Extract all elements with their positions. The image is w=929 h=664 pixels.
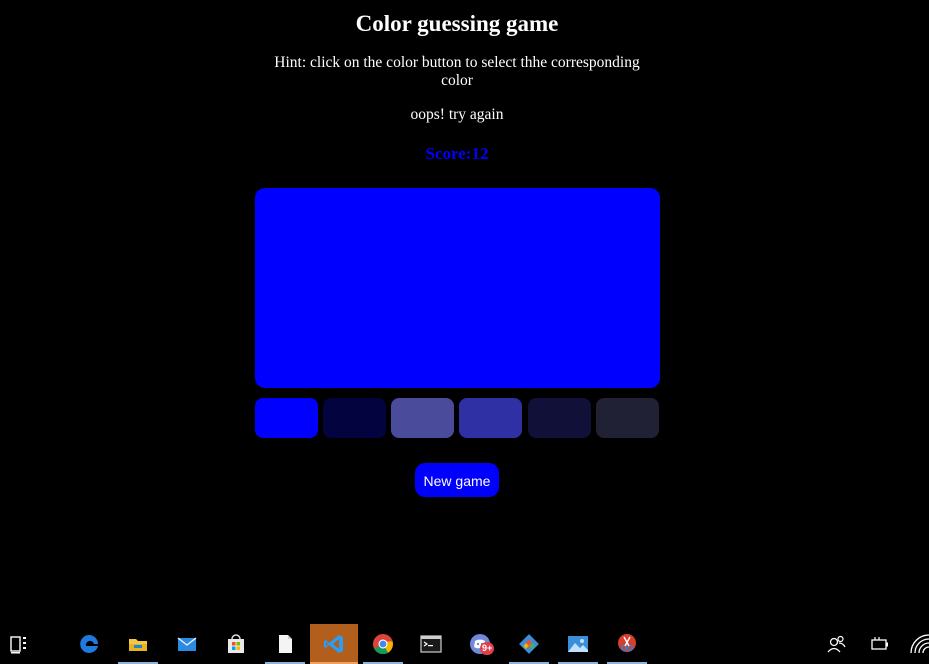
color-options — [255, 398, 660, 438]
color-option-4[interactable] — [459, 398, 522, 438]
chrome-icon — [373, 634, 393, 655]
notification-badge: 9+ — [480, 642, 495, 655]
taskbar-mail[interactable] — [167, 624, 207, 664]
taskbar-snipping-tool[interactable] — [607, 624, 647, 664]
taskbar-terminal[interactable] — [411, 624, 451, 664]
target-color-display — [255, 188, 660, 388]
taskbar-vscode[interactable] — [310, 624, 358, 664]
git-icon — [519, 634, 539, 654]
taskbar-photos[interactable] — [558, 624, 598, 664]
store-icon — [228, 634, 244, 653]
taskbar-people[interactable] — [816, 624, 856, 664]
terminal-icon — [420, 635, 442, 653]
snipping-tool-icon — [618, 634, 636, 652]
wifi-icon — [910, 634, 929, 654]
score-display: Score:12 — [425, 144, 489, 163]
taskbar-file-explorer[interactable] — [118, 624, 158, 664]
color-option-6[interactable] — [596, 398, 659, 438]
hint-text: Hint: click on the color button to selec… — [274, 54, 640, 89]
color-option-1[interactable] — [255, 398, 318, 438]
vscode-icon — [324, 635, 343, 653]
color-option-2[interactable] — [323, 398, 386, 438]
photos-icon — [568, 636, 588, 652]
taskbar-edge[interactable] — [69, 624, 109, 664]
taskbar-git[interactable] — [509, 624, 549, 664]
task-view-icon — [10, 636, 26, 654]
taskbar: 9+ — [0, 624, 929, 664]
result-message: oops! try again — [410, 106, 504, 123]
notepad-icon — [279, 635, 292, 653]
taskbar-store[interactable] — [216, 624, 256, 664]
battery-icon — [871, 637, 888, 650]
people-icon — [827, 635, 846, 653]
taskbar-chrome[interactable] — [363, 624, 403, 664]
file-explorer-icon — [129, 639, 147, 651]
game-title: Color guessing game — [355, 11, 559, 36]
edge-icon — [80, 635, 98, 653]
task-view-button[interactable] — [0, 624, 40, 664]
taskbar-notepad[interactable] — [265, 624, 305, 664]
color-option-5[interactable] — [528, 398, 591, 438]
taskbar-discord[interactable]: 9+ — [460, 624, 500, 664]
taskbar-battery[interactable] — [860, 624, 900, 664]
new-game-button[interactable]: New game — [415, 463, 499, 497]
color-option-3[interactable] — [391, 398, 454, 438]
taskbar-wifi[interactable] — [903, 624, 929, 664]
mail-icon — [177, 637, 197, 651]
